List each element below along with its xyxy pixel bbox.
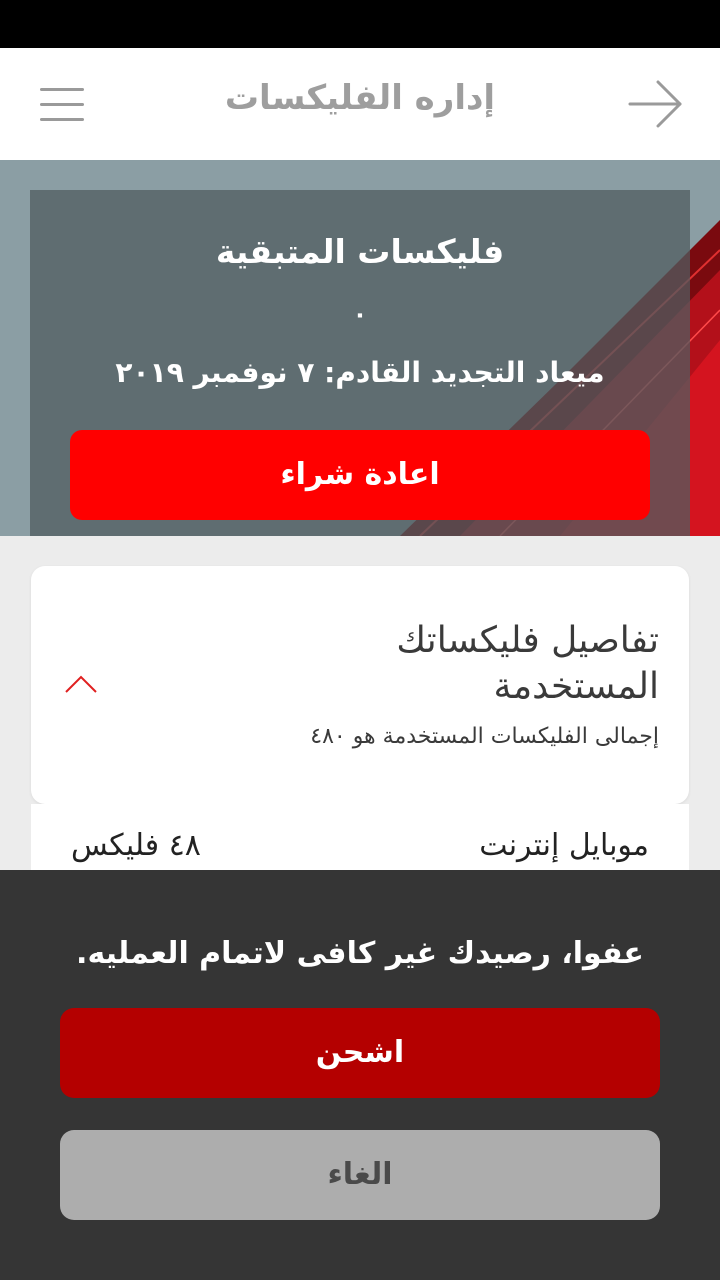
insufficient-balance-dialog: عفوا، رصيدك غير كافى لاتمام العمليه. اشح… xyxy=(0,870,720,1280)
renewal-date-text: ميعاد التجديد القادم: ٧ نوفمبر ٢٠١٩ xyxy=(115,356,605,389)
remaining-flex-banner: فليكسات المتبقية ٠ ميعاد التجديد القادم:… xyxy=(0,160,720,536)
used-flex-total: إجمالى الفليكسات المستخدمة هو ٤٨٠ xyxy=(310,724,659,749)
remaining-flex-label: فليكسات المتبقية xyxy=(215,232,505,271)
used-flex-details-card[interactable]: تفاصيل فليكساتك المستخدمة إجمالى الفليكس… xyxy=(31,566,689,804)
recharge-button[interactable]: اشحن xyxy=(60,1008,660,1098)
page-title: إداره الفليكسات xyxy=(224,78,496,118)
cancel-button[interactable]: الغاء xyxy=(60,1130,660,1220)
app-header: إداره الفليكسات xyxy=(0,48,720,160)
chevron-up-icon[interactable] xyxy=(65,674,97,694)
usage-amount: ٤٨ فليكس xyxy=(71,828,201,863)
rebuy-button[interactable]: اعادة شراء xyxy=(70,430,650,520)
used-flex-details-heading: تفاصيل فليكساتك المستخدمة xyxy=(396,620,659,707)
status-bar xyxy=(0,0,720,48)
arrow-right-icon[interactable] xyxy=(628,78,684,130)
usage-type: موبايل إنترنت xyxy=(479,828,649,863)
insufficient-balance-message: عفوا، رصيدك غير كافى لاتمام العمليه. xyxy=(76,936,644,971)
remaining-flex-value: ٠ xyxy=(352,300,368,328)
